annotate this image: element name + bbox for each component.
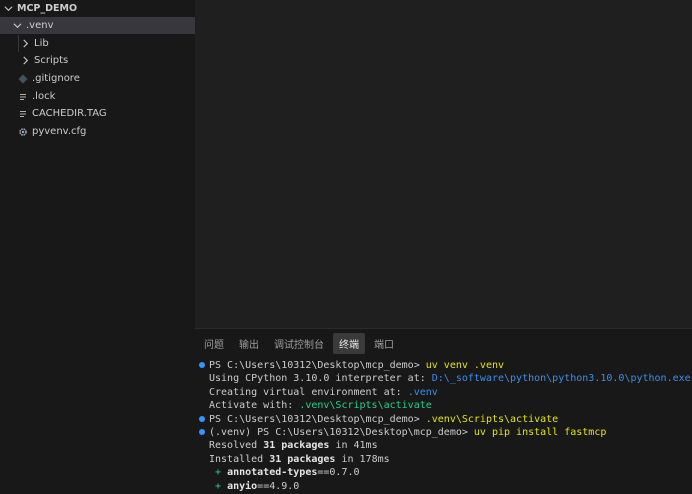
bottom-panel: 问题 输出 调试控制台 终端 端口 PS C:\Users\10312\Desk… [195, 328, 692, 494]
tree-item-gitignore[interactable]: .gitignore [0, 70, 195, 87]
chevron-right-icon [20, 39, 30, 49]
tree-item-label: .gitignore [32, 73, 80, 84]
tree-item-label: CACHEDIR.TAG [32, 108, 107, 119]
git-icon [18, 74, 28, 84]
chevron-down-icon [12, 21, 22, 31]
tab-ports[interactable]: 端口 [368, 333, 400, 354]
panel-tabs: 问题 输出 调试控制台 终端 端口 [195, 332, 400, 354]
tab-problems[interactable]: 问题 [198, 333, 230, 354]
tab-debug-console[interactable]: 调试控制台 [268, 333, 330, 354]
tree-item-label: Lib [34, 38, 49, 49]
tree-item-cachedir-tag[interactable]: CACHEDIR.TAG [0, 105, 195, 122]
explorer-root-label: MCP_DEMO [17, 3, 78, 14]
chevron-right-icon [20, 56, 30, 66]
tree-item-scripts[interactable]: Scripts [0, 52, 195, 69]
terminal-line: (.venv) PS C:\Users\10312\Desktop\mcp_de… [199, 426, 692, 439]
tree-item-label: .venv [26, 20, 54, 31]
terminal-line: Using CPython 3.10.0 interpreter at: D:\… [209, 373, 691, 385]
terminal-line: PS C:\Users\10312\Desktop\mcp_demo> .ven… [199, 413, 692, 426]
command-status-dot[interactable] [199, 362, 205, 368]
lines-icon [18, 109, 28, 119]
tree-item-label: .lock [32, 91, 56, 102]
terminal-line: Activate with: .venv\Scripts\activate [209, 400, 432, 412]
tab-terminal[interactable]: 终端 [333, 332, 365, 354]
editor-area[interactable] [195, 0, 692, 328]
tab-output[interactable]: 输出 [233, 333, 265, 354]
command-status-dot[interactable] [199, 415, 205, 422]
tree-item-pyvenv-cfg[interactable]: pyvenv.cfg [0, 123, 195, 140]
command-status-dot[interactable] [199, 428, 205, 435]
tree-item-venv[interactable]: .venv [0, 17, 195, 34]
lines-icon [18, 92, 28, 102]
tree-item-lib[interactable]: Lib [0, 35, 195, 52]
gear-icon [18, 127, 28, 137]
tree-item-label: pyvenv.cfg [32, 126, 87, 137]
explorer-sidebar: MCP_DEMO .venv Lib Scripts .gitignore .l… [0, 0, 195, 494]
terminal-line: + anyio==4.9.0 [209, 480, 300, 492]
terminal-output[interactable]: PS C:\Users\10312\Desktop\mcp_demo> uv v… [199, 359, 692, 493]
terminal-line: Resolved 31 packages in 41ms [209, 440, 378, 452]
chevron-down-icon [3, 4, 13, 14]
explorer-root[interactable]: MCP_DEMO [0, 0, 195, 17]
terminal-line: + annotated-types==0.7.0 [209, 467, 360, 479]
terminal-line: PS C:\Users\10312\Desktop\mcp_demo> uv v… [199, 359, 692, 372]
tree-item-label: Scripts [34, 55, 69, 66]
terminal-line: Installed 31 packages in 178ms [209, 453, 390, 465]
tree-item-lock[interactable]: .lock [0, 88, 195, 105]
terminal-line: Creating virtual environment at: .venv [209, 386, 438, 398]
